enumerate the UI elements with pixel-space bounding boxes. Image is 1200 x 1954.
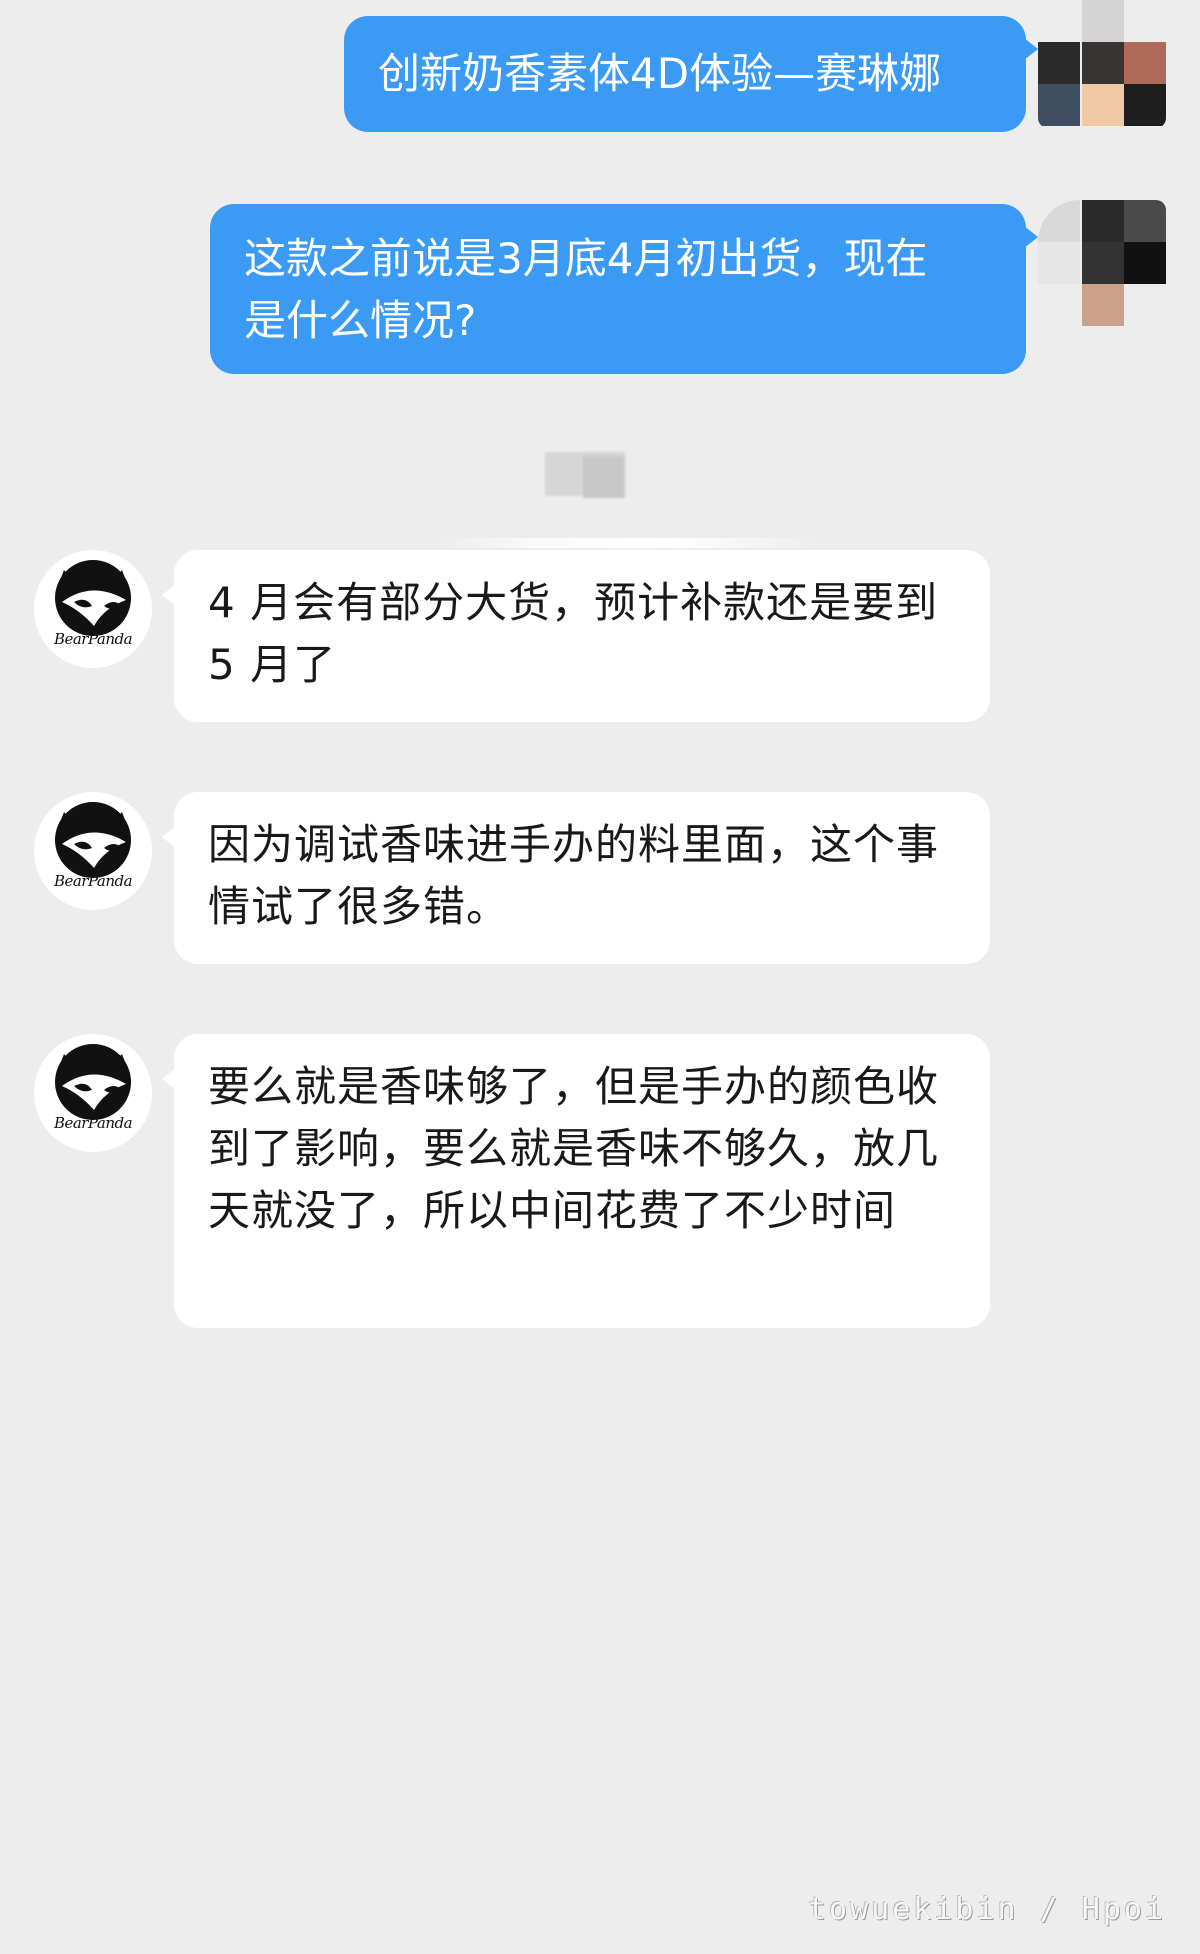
- logo-text: BearPanda: [53, 1114, 133, 1132]
- message-text: 4 月会有部分大货，预计补款还是要到 5 月了: [208, 578, 939, 689]
- bear-panda-logo-icon: [55, 560, 131, 636]
- self-avatar[interactable]: [1038, 200, 1166, 328]
- message-line: 这款之前说是3月底4月初出货，现在: [244, 234, 928, 283]
- bear-panda-logo-icon: [55, 802, 131, 878]
- outgoing-message[interactable]: 这款之前说是3月底4月初出货，现在 是什么情况?: [210, 204, 1038, 374]
- logo-text: BearPanda: [53, 872, 133, 890]
- message-text: 创新奶香素体4D体验—赛琳娜: [378, 49, 942, 98]
- message-text: 因为调试香味进手办的料里面，这个事情试了很多错。: [208, 820, 940, 931]
- watermark: towuekibin / Hpoi: [807, 1892, 1166, 1927]
- shop-avatar[interactable]: BearPanda: [34, 1034, 152, 1152]
- message-text: 要么就是香味够了，但是手办的颜色收到了影响，要么就是香味不够久，放几天就没了，所…: [208, 1062, 940, 1235]
- chat-area: 创新奶香素体4D体验—赛琳娜 这款之前说是3月底4月初出货，现在 是什么情况?: [0, 0, 1200, 1954]
- incoming-message[interactable]: 因为调试香味进手办的料里面，这个事情试了很多错。: [162, 792, 990, 964]
- logo-text: BearPanda: [53, 630, 133, 648]
- redacted-sender-block: [545, 452, 625, 498]
- bear-panda-logo-icon: [55, 1044, 131, 1120]
- incoming-message[interactable]: 4 月会有部分大货，预计补款还是要到 5 月了: [162, 550, 990, 722]
- shop-avatar[interactable]: BearPanda: [34, 550, 152, 668]
- outgoing-message[interactable]: 创新奶香素体4D体验—赛琳娜: [344, 16, 1038, 132]
- self-avatar[interactable]: [1038, 0, 1166, 128]
- shop-avatar[interactable]: BearPanda: [34, 792, 152, 910]
- incoming-message[interactable]: 要么就是香味够了，但是手办的颜色收到了影响，要么就是香味不够久，放几天就没了，所…: [162, 1034, 990, 1328]
- redacted-name-strip: [440, 538, 820, 548]
- message-line: 是什么情况?: [244, 296, 477, 345]
